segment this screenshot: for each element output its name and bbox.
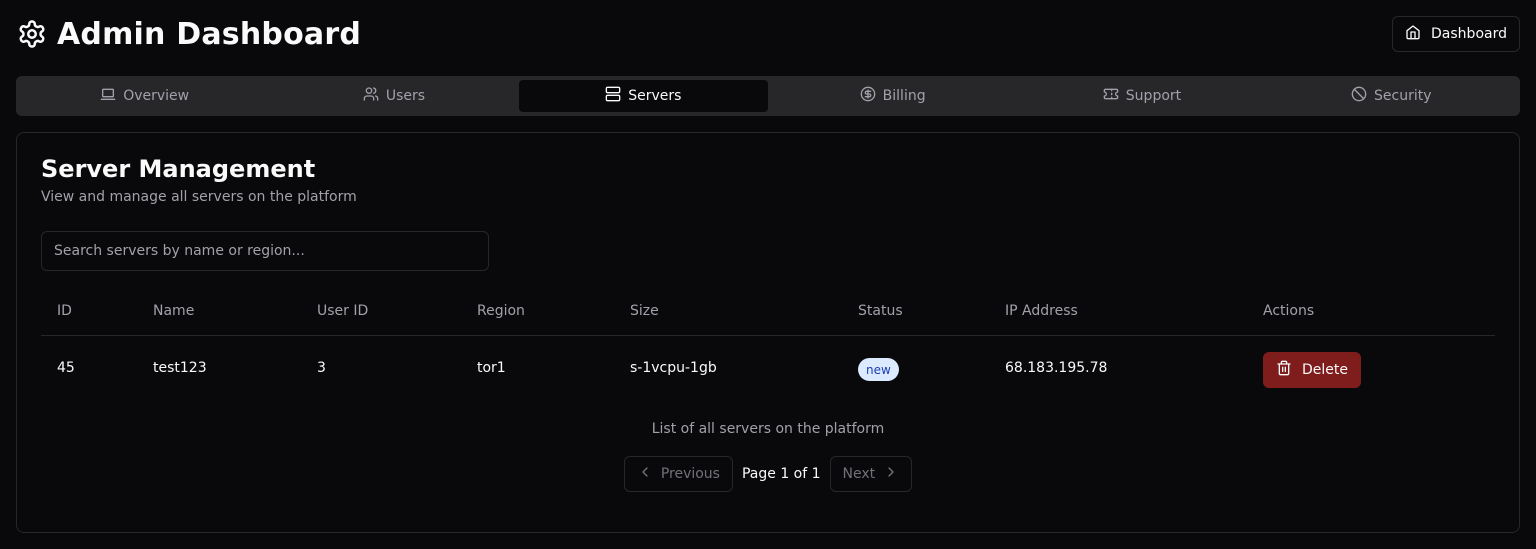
tab-label: Servers: [628, 88, 682, 104]
column-header-id: ID: [57, 303, 72, 319]
cell-name: test123: [153, 360, 207, 376]
ticket-icon: [1103, 86, 1119, 106]
previous-page-button[interactable]: Previous: [623, 456, 733, 492]
next-label: Next: [842, 466, 876, 482]
trash-icon: [1276, 360, 1292, 380]
status-badge: new: [858, 358, 899, 381]
server-icon: [605, 86, 621, 106]
tab-billing[interactable]: Billing: [768, 80, 1017, 112]
search-input[interactable]: [41, 231, 489, 271]
column-header-size: Size: [630, 303, 659, 319]
tab-label: Billing: [882, 88, 926, 104]
tab-label: Support: [1125, 88, 1182, 104]
users-icon: [363, 86, 379, 106]
table-header: ID Name User ID Region Size Status IP Ad…: [41, 289, 1495, 336]
dollar-circle-icon: [860, 86, 876, 106]
table-caption: List of all servers on the platform: [651, 421, 885, 437]
page-info: Page 1 of 1: [741, 466, 821, 482]
cell-id: 45: [57, 360, 75, 376]
tab-label: Overview: [123, 88, 190, 104]
page-title: Admin Dashboard: [57, 16, 361, 52]
column-header-region: Region: [477, 303, 525, 319]
dashboard-button-label: Dashboard: [1431, 26, 1507, 42]
ban-icon: [1351, 86, 1367, 106]
tab-label: Users: [385, 88, 426, 104]
section-subtitle: View and manage all servers on the platf…: [41, 189, 357, 205]
column-header-ip-address: IP Address: [1005, 303, 1078, 319]
column-header-name: Name: [153, 303, 195, 319]
tab-support[interactable]: Support: [1017, 80, 1266, 112]
servers-table: ID Name User ID Region Size Status IP Ad…: [41, 289, 1495, 402]
chevron-left-icon: [637, 464, 653, 484]
tab-overview[interactable]: Overview: [20, 80, 269, 112]
previous-label: Previous: [660, 466, 720, 482]
tab-users[interactable]: Users: [269, 80, 518, 112]
tab-label: Security: [1374, 88, 1432, 104]
delete-button[interactable]: Delete: [1263, 352, 1361, 388]
gear-icon: [16, 18, 48, 50]
tab-list: Overview Users Servers Billing Support S…: [16, 76, 1520, 116]
home-icon: [1405, 24, 1421, 44]
delete-button-label: Delete: [1302, 362, 1348, 378]
cell-size: s-1vcpu-1gb: [630, 360, 717, 376]
tab-servers[interactable]: Servers: [518, 80, 768, 112]
cell-user-id: 3: [317, 360, 326, 376]
pagination: Previous Page 1 of 1 Next: [17, 456, 1519, 492]
laptop-icon: [100, 86, 116, 106]
table-row: 45 test123 3 tor1 s-1vcpu-1gb new 68.183…: [41, 336, 1495, 402]
column-header-status: Status: [858, 303, 903, 319]
column-header-actions: Actions: [1263, 303, 1315, 319]
tab-security[interactable]: Security: [1267, 80, 1516, 112]
header: Admin Dashboard Dashboard: [16, 0, 1520, 68]
cell-region: tor1: [477, 360, 506, 376]
chevron-right-icon: [883, 464, 899, 484]
servers-card: Server Management View and manage all se…: [16, 132, 1520, 533]
dashboard-button[interactable]: Dashboard: [1392, 16, 1520, 52]
section-title: Server Management: [41, 155, 316, 183]
column-header-user-id: User ID: [317, 303, 369, 319]
next-page-button[interactable]: Next: [829, 456, 913, 492]
cell-ip-address: 68.183.195.78: [1005, 360, 1108, 376]
brand: Admin Dashboard: [16, 14, 361, 54]
